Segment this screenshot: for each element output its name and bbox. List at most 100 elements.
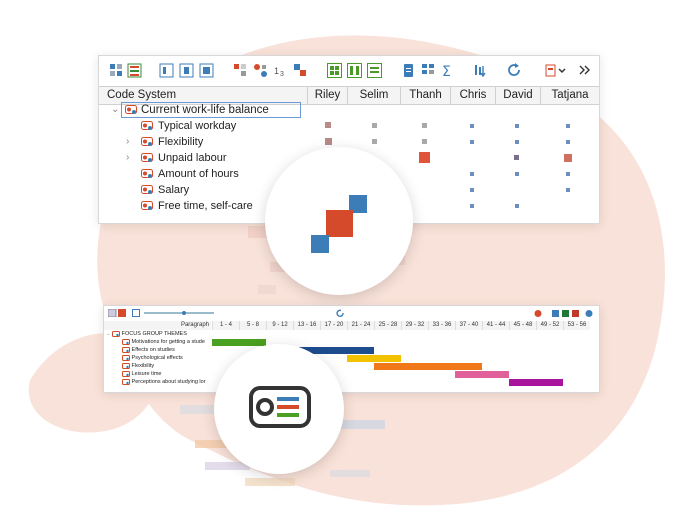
matrix-cell[interactable] (566, 172, 570, 176)
code-label: Unpaid labour (158, 152, 227, 164)
timeline-bar[interactable] (509, 379, 563, 386)
layout-a-icon[interactable] (159, 63, 174, 78)
paragraph-range-header: 1 - 4 (212, 321, 239, 330)
code-icon (122, 346, 130, 353)
code-icon (122, 338, 130, 345)
zoom-slider[interactable] (144, 311, 214, 315)
matrix-cell[interactable] (470, 140, 474, 144)
paragraph-range-header: 33 - 36 (428, 321, 455, 330)
matrix-cell[interactable] (372, 139, 377, 144)
theme-row[interactable]: Effects on studies (122, 346, 175, 354)
grid-toggle-icon[interactable] (109, 63, 124, 78)
chevron-right-icon[interactable]: › (126, 152, 129, 163)
matrix-cell[interactable] (515, 124, 519, 128)
matrix-cell[interactable] (514, 155, 519, 160)
code-label: Salary (158, 184, 190, 196)
code-icon (122, 362, 130, 369)
code-icon (122, 370, 130, 377)
theme-row[interactable]: Flexibility (122, 362, 154, 370)
more-icon[interactable] (577, 63, 592, 78)
matrix-cell[interactable] (470, 172, 474, 176)
matrix-cell[interactable] (566, 140, 570, 144)
refresh-icon[interactable] (336, 309, 345, 318)
code-label: Typical workday (158, 120, 237, 132)
group-label: FOCUS GROUP THEMES (121, 331, 187, 337)
paragraph-range-header: 41 - 44 (482, 321, 509, 330)
svg-text:3: 3 (280, 71, 284, 78)
paragraph-range-header: 21 - 24 (347, 321, 374, 330)
matrix-cell[interactable] (325, 138, 332, 145)
theme-row[interactable]: Psychological effects (122, 354, 183, 362)
color-grid-icon[interactable] (127, 63, 142, 78)
view-squares-icon[interactable] (327, 63, 342, 78)
theme-label: Motivations for getting a stude (131, 339, 205, 345)
code-label: Flexibility (158, 136, 204, 148)
matrix-cell[interactable] (422, 139, 427, 144)
matrix-cell[interactable] (325, 122, 331, 128)
matrix-cell[interactable] (515, 172, 519, 176)
layout-b-icon[interactable] (179, 63, 194, 78)
code-icon (122, 354, 130, 361)
code-row[interactable]: ⌄ Current work-life balance (99, 102, 599, 118)
theme-row[interactable]: Perceptions about studying lor (122, 378, 206, 386)
code-row[interactable]: Typical workday (99, 118, 599, 134)
document-icon[interactable] (401, 63, 416, 78)
paragraph-range-header: 29 - 32 (401, 321, 428, 330)
matrix-cell[interactable] (470, 124, 474, 128)
chevron-down-icon[interactable]: ⌄ (111, 104, 119, 115)
view-columns-icon[interactable] (347, 63, 362, 78)
matrix-cell[interactable] (419, 152, 430, 163)
theme-label: Psychological effects (131, 355, 183, 361)
theme-row[interactable]: Motivations for getting a stude (122, 338, 205, 346)
refresh-icon[interactable] (507, 63, 522, 78)
theme-label: Leisure time (131, 371, 162, 377)
code-icon (141, 185, 153, 194)
code-icon (125, 105, 137, 114)
sort-icon[interactable]: 13 (273, 63, 288, 78)
timeline-bar[interactable] (374, 363, 482, 370)
paragraph-range-header: 53 - 56 (563, 321, 590, 330)
theme-row[interactable]: Leisure time (122, 370, 162, 378)
matrix-cell[interactable] (470, 188, 474, 192)
code-icon (141, 153, 153, 162)
zoom-icon[interactable] (132, 309, 140, 317)
matrix-toolbar: 13 Σ (99, 56, 599, 86)
matrix-cell[interactable] (515, 204, 519, 208)
timeline-bar[interactable] (455, 371, 509, 378)
paragraph-range-header: 49 - 52 (536, 321, 563, 330)
document-lines-icon (249, 386, 311, 428)
matrix-cell[interactable] (566, 124, 570, 128)
sigma-icon[interactable]: Σ (441, 63, 456, 78)
matrix-cell[interactable] (422, 123, 427, 128)
timeline-bar[interactable] (347, 355, 401, 362)
matrix-feature-circle (265, 147, 413, 295)
paragraph-range-header: 5 - 8 (239, 321, 266, 330)
svg-text:Σ: Σ (442, 64, 451, 78)
code-label: Amount of hours (158, 168, 239, 180)
view-toggle-icon[interactable] (108, 309, 128, 317)
matrix-icon (311, 195, 367, 253)
table-icon[interactable] (421, 63, 436, 78)
document-feature-circle (214, 344, 344, 474)
code-label: Current work-life balance (141, 104, 269, 116)
matrix-cell[interactable] (372, 123, 377, 128)
layout-c-icon[interactable] (199, 63, 214, 78)
symbol-a-icon[interactable] (233, 63, 248, 78)
code-label: Free time, self-care (158, 200, 253, 212)
view-rows-icon[interactable] (367, 63, 382, 78)
timeline-bar[interactable] (212, 339, 266, 346)
matrix-cell[interactable] (515, 140, 519, 144)
matrix-cell[interactable] (566, 188, 570, 192)
svg-text:1: 1 (274, 66, 279, 76)
chevron-down-icon[interactable]: ⌄ (106, 331, 111, 337)
paragraph-range-header: 25 - 28 (374, 321, 401, 330)
symbol-c-icon[interactable] (293, 63, 308, 78)
symbol-b-icon[interactable] (253, 63, 268, 78)
group-row[interactable]: ⌄ FOCUS GROUP THEMES (106, 330, 187, 338)
export-icon[interactable] (545, 63, 567, 78)
sort-desc-icon[interactable] (473, 63, 488, 78)
chevron-right-icon[interactable]: › (126, 136, 129, 147)
matrix-cell[interactable] (470, 204, 474, 208)
export-toolbar-icons[interactable] (534, 309, 594, 318)
matrix-cell[interactable] (564, 154, 572, 162)
